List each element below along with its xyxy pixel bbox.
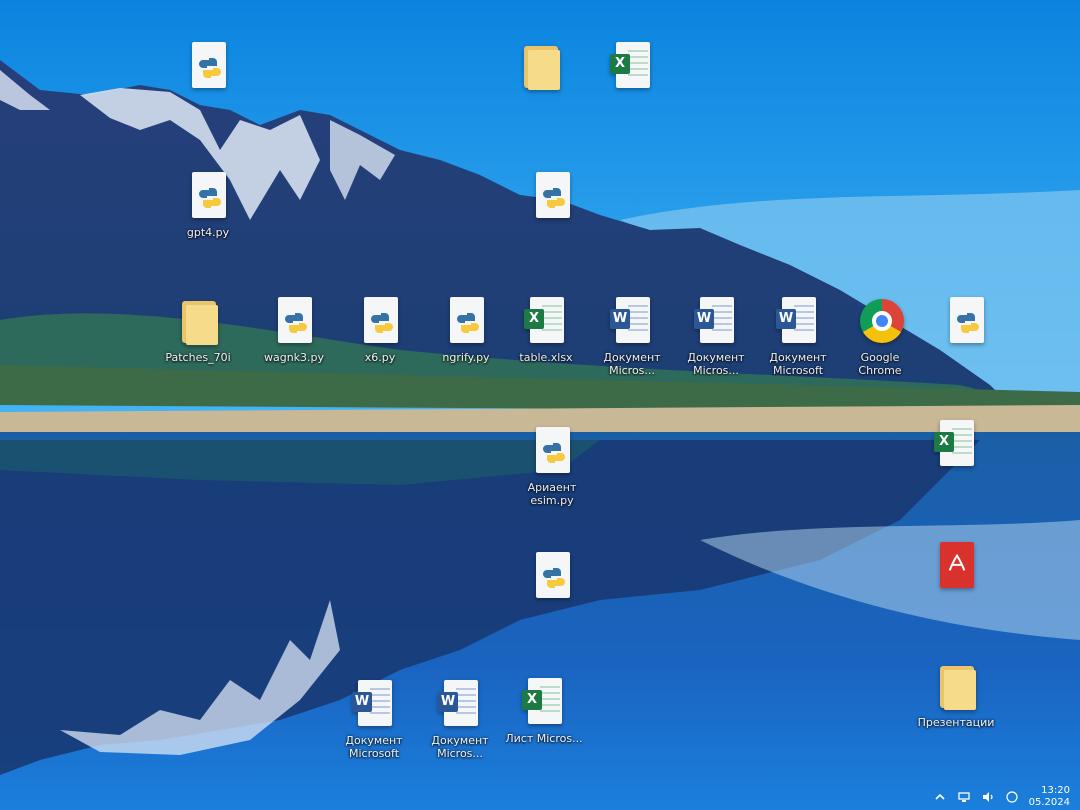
desktop-icon-label: Google Chrome — [858, 351, 902, 377]
desktop-icon-label: Лист Micros... — [505, 732, 583, 745]
excel-file-icon: X — [524, 295, 568, 347]
desktop-icon-python[interactable] — [924, 295, 1008, 351]
word-file-icon: W — [776, 295, 820, 347]
word-file-icon: W — [610, 295, 654, 347]
python-file-icon — [944, 295, 988, 347]
word-file-icon: W — [694, 295, 738, 347]
desktop-icon-label: Ариаент esim.py — [527, 481, 577, 507]
desktop-icon-folder[interactable] — [498, 40, 582, 96]
desktop-icon-word[interactable]: W Документ Microsoft — [756, 295, 840, 377]
desktop-icon-folder[interactable]: Презентации — [914, 660, 998, 729]
desktop-icon-excel[interactable]: X table.xlsx — [504, 295, 588, 364]
python-file-icon — [530, 550, 574, 602]
clock-time: 13:20 — [1041, 785, 1070, 796]
python-file-icon — [186, 170, 230, 222]
desktop-icon-label: Презентации — [917, 716, 995, 729]
chrome-icon — [858, 295, 904, 347]
desktop-icon-folder[interactable]: Patches_70i — [156, 295, 240, 364]
desktop-icon-python[interactable] — [510, 550, 594, 606]
language-icon[interactable] — [1005, 790, 1019, 804]
desktop-icon-excel[interactable]: X — [914, 418, 998, 474]
desktop-icon-python[interactable]: gpt4.py — [166, 170, 250, 239]
excel-file-icon: X — [522, 676, 566, 728]
desktop-icon-label: Документ Microsoft — [769, 351, 827, 377]
folder-icon — [176, 295, 220, 347]
desktop-icon-label: table.xlsx — [519, 351, 573, 364]
desktop-icon-python[interactable] — [510, 170, 594, 226]
python-file-icon — [186, 40, 230, 92]
word-file-icon: W — [352, 678, 396, 730]
python-file-icon — [444, 295, 488, 347]
desktop-icon-word[interactable]: W Документ Microsoft — [332, 678, 416, 760]
desktop-icon-python[interactable]: ngrify.py — [424, 295, 508, 364]
desktop-icon-python[interactable]: wagnk3.py — [252, 295, 336, 364]
excel-file-icon: X — [934, 418, 978, 470]
desktop-icon-label: ngrify.py — [442, 351, 490, 364]
desktop-icon-label: gpt4.py — [186, 226, 230, 239]
desktop-icon-python[interactable]: x6.py — [338, 295, 422, 364]
chevron-up-icon[interactable] — [933, 790, 947, 804]
word-file-icon: W — [438, 678, 482, 730]
desktop-icon-label: Документ Micros... — [687, 351, 745, 377]
excel-file-icon: X — [610, 40, 654, 92]
tray-clock[interactable]: 13:20 05.2024 — [1029, 785, 1070, 809]
folder-icon — [518, 40, 562, 92]
desktop-icon-pdf[interactable] — [914, 540, 998, 596]
python-file-icon — [272, 295, 316, 347]
folder-icon — [934, 660, 978, 712]
desktop-icon-label: Документ Micros... — [431, 734, 489, 760]
pdf-file-icon — [934, 540, 978, 592]
desktop-icon-chrome[interactable]: Google Chrome — [838, 295, 922, 377]
desktop-icon-word[interactable]: W Документ Micros... — [590, 295, 674, 377]
desktop-icon-label: x6.py — [364, 351, 396, 364]
network-icon[interactable] — [957, 790, 971, 804]
desktop-icon-label: Документ Micros... — [603, 351, 661, 377]
desktop-icon-label: wagnk3.py — [263, 351, 325, 364]
desktop-icon-word[interactable]: W Документ Micros... — [418, 678, 502, 760]
python-file-icon — [530, 425, 574, 477]
desktop-icon-word[interactable]: W Документ Micros... — [674, 295, 758, 377]
python-file-icon — [358, 295, 402, 347]
desktop-icon-excel[interactable]: X — [590, 40, 674, 96]
desktop-icon-label: Patches_70i — [165, 351, 231, 364]
volume-icon[interactable] — [981, 790, 995, 804]
desktop-icon-python[interactable] — [166, 40, 250, 96]
system-tray: 13:20 05.2024 — [860, 784, 1080, 810]
desktop-icon-label: Документ Microsoft — [345, 734, 403, 760]
python-file-icon — [530, 170, 574, 222]
clock-date: 05.2024 — [1028, 797, 1070, 808]
desktop-icon-python[interactable]: Ариаент esim.py — [510, 425, 594, 507]
desktop-icon-excel[interactable]: X Лист Micros... — [502, 676, 586, 745]
